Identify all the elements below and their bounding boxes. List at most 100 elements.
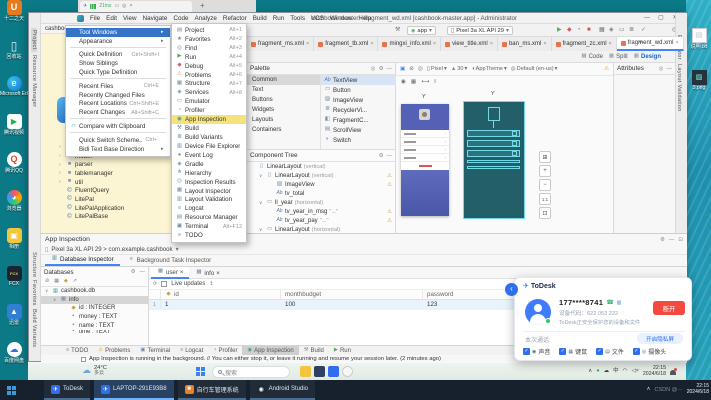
desktop-icon[interactable]: ▣ 相册 <box>0 228 28 264</box>
cursor-icon[interactable]: I <box>434 79 436 85</box>
column-header[interactable]: ◆id <box>161 290 281 299</box>
locale-menu[interactable]: ◎Default (en-us)▾ <box>511 66 558 72</box>
database-tree-item[interactable]: ∨ ▥ cashbook.db <box>41 287 148 296</box>
start-button[interactable] <box>196 367 205 376</box>
search-icon[interactable]: ◎ <box>371 66 376 72</box>
editor-tab[interactable]: ban_ms.xml × <box>498 37 552 51</box>
desktop-icon[interactable]: Q 腾讯QQ <box>0 152 28 188</box>
menu-item[interactable]: ◈ Gradle <box>172 160 246 169</box>
menu-item[interactable]: Recently Changed Files <box>66 91 170 100</box>
commit-icon[interactable]: ✓ <box>641 27 646 33</box>
menu-item[interactable]: ▤ Project Alt+1 <box>172 26 246 35</box>
menu-item[interactable]: Quick Definition Ctrl+Shift+I <box>66 51 170 60</box>
lint-warning-icon[interactable]: ⚠ <box>604 66 609 72</box>
expand-chevron-icon[interactable]: › <box>59 153 64 159</box>
tool-window-button[interactable]: Resource Manager <box>31 55 37 107</box>
component-tree-item[interactable]: ▨ ImageView ⚠ <box>247 180 395 189</box>
tool-window-button[interactable]: Project <box>31 28 37 52</box>
search-icon[interactable]: ◎ <box>659 66 664 72</box>
editor-tab[interactable]: fragment_zc.xml × <box>552 37 617 51</box>
sync-gradle-icon[interactable]: ◈ <box>609 27 614 33</box>
inspector-tab[interactable]: ▥ Database Inspector <box>45 254 120 266</box>
hide-panel-icon[interactable]: — <box>667 66 673 72</box>
checkbox-checked-icon[interactable]: ✓ <box>559 348 566 355</box>
zoom-actual-icon[interactable]: 1:1 <box>539 193 551 205</box>
desktop-icon[interactable]: ☁ 百度网盘 <box>0 342 28 378</box>
editor-mode-button[interactable]: ▦ Split <box>609 54 628 60</box>
palette-component[interactable]: ◐ Switch <box>321 135 396 145</box>
expand-chevron-icon[interactable]: › <box>59 179 64 185</box>
menu-item[interactable] <box>70 118 166 121</box>
start-button[interactable] <box>7 386 16 395</box>
permission-toggle[interactable]: ✓ ▦ 键鼠 <box>559 347 587 356</box>
tool-window-button[interactable]: Build Variants <box>31 309 37 347</box>
menu-bar-item[interactable]: Edit <box>103 13 120 24</box>
desktop-icon[interactable]: U 十二之天 <box>0 0 28 36</box>
tool-window-button[interactable]: ≡ TODO <box>61 346 93 356</box>
sdk-manager-icon[interactable]: ≣ <box>629 27 634 33</box>
inspector-tab[interactable]: ≡ Background Task Inspector <box>122 254 218 266</box>
component-tree-item[interactable]: ∨ ▭ LinearLayout (horizontal) ⚠ <box>247 225 395 233</box>
taskbar-task[interactable]: ✈ LAPTOP-291E93B8 <box>94 380 174 400</box>
menu-item[interactable]: ⚒ Build <box>172 124 246 133</box>
zoom-fit-icon[interactable]: ⊡ <box>539 207 551 219</box>
float-panel-icon[interactable]: ⊡ <box>678 237 683 243</box>
menu-item[interactable]: ◎ Inspection Results <box>172 178 246 187</box>
orientation-icon[interactable]: ⊘ <box>409 66 414 72</box>
database-tree-item[interactable]: ▪ time : TEXT <box>41 330 148 334</box>
keep-open-icon[interactable]: ◆ <box>64 279 68 284</box>
hidden-tabs-chevron-icon[interactable]: ▾ <box>639 39 642 46</box>
theme-menu[interactable]: ◑AppTheme▾ <box>471 66 507 72</box>
column-header[interactable]: monthbudget <box>281 290 423 299</box>
tool-window-button[interactable]: Layout Validation <box>676 64 682 112</box>
taskbar-app-icon[interactable] <box>328 366 339 377</box>
maximize-icon[interactable]: ▢ <box>654 13 668 24</box>
permission-toggle[interactable]: ✓ ◉ 声音 <box>523 347 550 356</box>
run-icon[interactable]: ▶ <box>557 27 562 33</box>
tool-window-button[interactable]: ▣ Terminal <box>135 346 175 356</box>
design-surface-icon[interactable]: ▣ <box>400 66 405 72</box>
menu-bar-item[interactable]: Navigate <box>140 13 171 24</box>
menu-item[interactable] <box>70 132 166 135</box>
stop-icon[interactable]: ■ <box>587 27 591 33</box>
margins-icon[interactable]: ⟷ <box>421 79 429 85</box>
menu-bar-item[interactable]: Build <box>250 13 270 24</box>
menu-item[interactable]: ◔ Profiler <box>172 106 246 115</box>
close-tab-icon[interactable]: × <box>180 269 184 276</box>
menu-item[interactable]: ◆ Debug Alt+5 <box>172 62 246 71</box>
desktop-icon[interactable]: ◕ 浏览器 <box>0 190 28 226</box>
volume-muted-icon[interactable]: ◁× <box>631 369 638 375</box>
expand-chevron-icon[interactable]: ∨ <box>45 288 50 294</box>
menu-item[interactable]: ★ Favorites Alt+2 <box>172 35 246 44</box>
tool-window-button[interactable]: ▶ Run <box>329 346 356 356</box>
component-tree-item[interactable]: Ab tv_total ⚠ <box>247 189 395 198</box>
component-tree-item[interactable]: Ab tv_year_in_msg "..." ⚠ <box>247 207 395 216</box>
design-preview[interactable]: › › › › <box>401 104 449 216</box>
checkbox-checked-icon[interactable]: ✓ <box>596 348 603 355</box>
desktop-icon[interactable]: ▨ 3.png <box>687 70 711 106</box>
taskbar-task[interactable]: ■ 自行车管理系统 <box>178 380 246 400</box>
component-tree-item[interactable]: ∨ ▯ LinearLayout (vertical) ⚠ <box>247 171 395 180</box>
close-tab-icon[interactable]: × <box>306 41 309 47</box>
export-icon[interactable]: ↥ <box>209 282 213 287</box>
menu-item[interactable]: ≡ Logcat <box>172 204 246 213</box>
expand-chevron-icon[interactable]: ∨ <box>259 227 264 233</box>
wifi-icon[interactable]: ◠ <box>623 369 628 375</box>
monitor-icon[interactable]: ▭ <box>114 4 119 9</box>
editor-tab[interactable]: mingxi_info.xml × <box>378 37 441 51</box>
minimize-panel-icon[interactable]: — <box>669 237 675 243</box>
palette-category[interactable]: Containers <box>247 125 320 135</box>
database-tree-item[interactable]: ▪ name : TEXT <box>41 321 148 330</box>
checkbox-checked-icon[interactable]: ✓ <box>633 348 640 355</box>
menu-item[interactable]: Recent Files Ctrl+E <box>66 82 170 91</box>
hide-panel-icon[interactable]: — <box>140 269 146 275</box>
desktop-icon[interactable]: FCX FCX <box>0 266 28 302</box>
new-tab-button[interactable]: + <box>200 2 205 10</box>
attach-debugger-icon[interactable]: ▦ <box>599 27 605 33</box>
menu-item[interactable]: ▱ Compare with Clipboard <box>66 122 170 131</box>
menu-item[interactable]: Quick Type Definition <box>66 68 170 77</box>
palette-component[interactable]: ◧ FragmentC... <box>321 115 396 125</box>
tool-window-button[interactable]: Favorites <box>31 280 37 306</box>
palette-category[interactable]: Common <box>247 75 320 85</box>
menu-item[interactable]: ◎ Find Alt+3 <box>172 44 246 53</box>
